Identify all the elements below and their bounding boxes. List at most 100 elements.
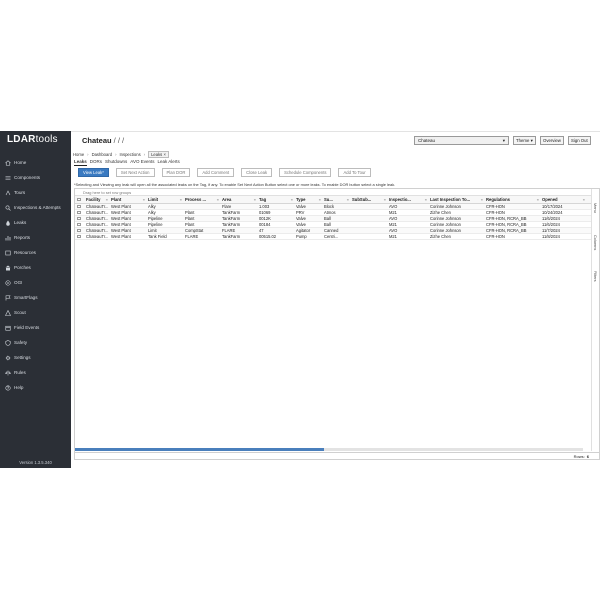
breadcrumb-home[interactable]: Home (73, 152, 84, 157)
table-cell: CFR-HON (486, 234, 505, 239)
column-menu-icon[interactable]: ≡ (106, 198, 108, 202)
tab-dors[interactable]: DORs (90, 159, 102, 166)
site-select[interactable]: Chateau ▾ (414, 136, 509, 145)
table-cell (350, 204, 387, 209)
sidebar-item-home[interactable]: Home (0, 155, 71, 170)
column-header[interactable]: Tag ≡ (257, 196, 294, 203)
row-select-cell (75, 204, 84, 209)
table-cell: 47 (259, 228, 264, 233)
row-checkbox[interactable] (77, 210, 81, 215)
sidebar-item-smartflags[interactable]: SmartFlags (0, 290, 71, 305)
column-header[interactable]: Facility ≡ (84, 196, 109, 203)
close-leak-button[interactable]: Close Leak (241, 168, 273, 177)
components-icon (4, 174, 11, 181)
plan-dor-button[interactable]: Plan DOR (161, 168, 191, 177)
sidebar-item-inspections-attempts[interactable]: Inspections & Attempts (0, 200, 71, 215)
side-tab-filters[interactable]: Filters (593, 271, 598, 282)
select-all-checkbox[interactable] (77, 197, 81, 202)
side-tab-columns[interactable]: Columns (593, 235, 598, 250)
column-menu-icon[interactable]: ≡ (217, 198, 219, 202)
sidebar-item-reports[interactable]: Reports (0, 230, 71, 245)
sidebar-item-tours[interactable]: Tours (0, 185, 71, 200)
column-header[interactable]: Process ... ≡ (183, 196, 220, 203)
breadcrumb-dashboard[interactable]: Dashboard (92, 152, 113, 157)
breadcrumb-leaks[interactable]: Leaks × (148, 151, 169, 158)
sidebar-item-scout[interactable]: Scout (0, 305, 71, 320)
column-header[interactable]: Plant ≡ (109, 196, 146, 203)
column-header[interactable]: Type ≡ (294, 196, 322, 203)
sidebar-item-field-events[interactable]: Field Events (0, 320, 71, 335)
column-header[interactable]: Opened ≡ (540, 196, 586, 203)
sidebar-item-components[interactable]: Components (0, 170, 71, 185)
row-checkbox[interactable] (77, 222, 81, 227)
resources-icon (4, 249, 11, 256)
row-select-cell (75, 234, 84, 239)
column-menu-icon[interactable]: ≡ (425, 198, 427, 202)
sidebar-item-safety[interactable]: Safety (0, 335, 71, 350)
site-select-value: Chateau (418, 138, 436, 143)
sidebar-item-leaks[interactable]: Leaks (0, 215, 71, 230)
breadcrumb-inspections[interactable]: Inspections (119, 152, 140, 157)
sidebar-item-label: Settings (14, 355, 31, 360)
column-header[interactable]: Last Inspection To... ≡ (428, 196, 484, 203)
row-checkbox[interactable] (77, 228, 81, 233)
table-cell: M21 (389, 210, 397, 215)
sign-out-button[interactable]: Sign Out (568, 136, 591, 145)
row-group-panel[interactable]: Drag here to set row groups (75, 189, 599, 196)
column-header[interactable]: SubSub... ≡ (350, 196, 387, 203)
sidebar-item-ogi[interactable]: OGI (0, 275, 71, 290)
view-leak-button[interactable]: View Leak* (78, 168, 109, 177)
sub-tabs: Leaks DORs Shutdowns AVO Events Leak Ale… (74, 159, 183, 166)
side-tab-menu[interactable]: Menu (593, 203, 598, 213)
theme-button[interactable]: Theme ▾ (513, 136, 536, 145)
row-checkbox[interactable] (77, 216, 81, 221)
horizontal-scrollbar[interactable] (75, 448, 583, 451)
add-to-tour-button[interactable]: Add To Tour (338, 168, 371, 177)
column-header[interactable]: Su... ≡ (322, 196, 350, 203)
table-row[interactable]: ChateauTr... West Plant Tank Field FLARE Tan… (75, 234, 599, 240)
column-menu-icon[interactable]: ≡ (319, 198, 321, 202)
sidebar-item-help[interactable]: Help (0, 380, 71, 395)
column-header[interactable]: Regulations ≡ (484, 196, 540, 203)
add-comment-button[interactable]: Add Comment (197, 168, 235, 177)
column-menu-icon[interactable]: ≡ (143, 198, 145, 202)
column-menu-icon[interactable]: ≡ (291, 198, 293, 202)
help-icon (4, 384, 11, 391)
row-select-cell (75, 228, 84, 233)
table-cell: M21 (389, 234, 397, 239)
column-header[interactable]: Area ≡ (220, 196, 257, 203)
close-icon[interactable]: × (163, 152, 165, 157)
row-checkbox[interactable] (77, 234, 81, 239)
version-label: Version 1.3.5.340 (19, 460, 52, 465)
schedule-components-button[interactable]: Schedule Components (279, 168, 332, 177)
column-menu-icon[interactable]: ≡ (481, 198, 483, 202)
overview-button[interactable]: Overview (540, 136, 564, 145)
column-menu-icon[interactable]: ≡ (384, 198, 386, 202)
table-cell: Pipeline (148, 222, 163, 227)
tab-leaks[interactable]: Leaks (74, 159, 87, 166)
table-cell (350, 234, 387, 239)
column-header[interactable]: Inspectio... ≡ (387, 196, 428, 203)
app-logo[interactable]: LDARtools (0, 131, 71, 149)
tab-avo-events[interactable]: AVO Events (130, 159, 154, 166)
row-checkbox[interactable] (77, 204, 81, 209)
flag-icon (4, 294, 11, 301)
sidebar-item-porches[interactable]: Porches (0, 260, 71, 275)
set-next-action-button[interactable]: Set Next Action (115, 168, 155, 177)
tab-shutdowns[interactable]: Shutdowns (105, 159, 127, 166)
table-cell (350, 216, 387, 221)
column-menu-icon[interactable]: ≡ (537, 198, 539, 202)
tab-leak-alerts[interactable]: Leak Alerts (157, 159, 179, 166)
column-menu-icon[interactable]: ≡ (254, 198, 256, 202)
scrollbar-thumb[interactable] (75, 448, 324, 451)
column-header[interactable]: Limit ≡ (146, 196, 183, 203)
sidebar-item-resources[interactable]: Resources (0, 245, 71, 260)
table-cell: CFR-HON (486, 204, 505, 209)
column-menu-icon[interactable]: ≡ (583, 198, 585, 202)
column-menu-icon[interactable]: ≡ (180, 198, 182, 202)
top-bar: Chateau / / / Chateau ▾ Theme ▾ Overview… (71, 132, 600, 148)
sidebar-item-settings[interactable]: Settings (0, 350, 71, 365)
sidebar-item-rules[interactable]: Rules (0, 365, 71, 380)
leaks-icon (4, 219, 11, 226)
column-menu-icon[interactable]: ≡ (347, 198, 349, 202)
